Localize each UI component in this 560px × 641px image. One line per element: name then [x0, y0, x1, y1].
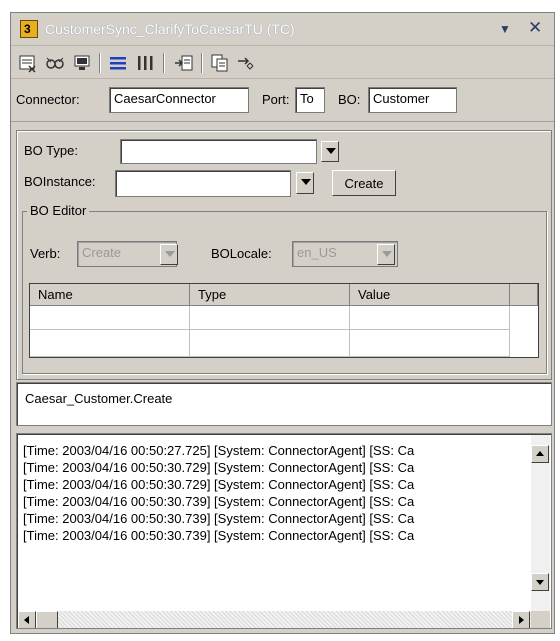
list-view-icon[interactable] [107, 52, 129, 74]
log-line: [Time: 2003/04/16 00:50:30.739] [System:… [23, 528, 415, 543]
bo-instance-dropdown-icon[interactable] [296, 172, 314, 194]
window-title: CustomerSync_ClarifyToCaesarTU (TC) [45, 21, 295, 37]
table-cell[interactable] [30, 306, 190, 330]
test-connector-window: 3 CustomerSync_ClarifyToCaesarTU (TC) ▼ … [10, 12, 555, 634]
horizontal-scroll-thumb[interactable] [36, 611, 58, 628]
close-icon[interactable]: ✕ [528, 18, 542, 38]
connector-label: Connector: [16, 92, 80, 107]
bo-attribute-table[interactable]: Name Type Value [29, 283, 539, 358]
table-cell[interactable] [30, 330, 190, 357]
port-label: Port: [262, 92, 290, 107]
column-header-value[interactable]: Value [350, 284, 510, 306]
column-view-icon[interactable] [134, 52, 156, 74]
table-cell[interactable] [350, 330, 510, 357]
log-line: [Time: 2003/04/16 00:50:30.739] [System:… [23, 494, 415, 509]
bo-label: BO: [338, 92, 361, 107]
send-icon[interactable] [173, 52, 195, 74]
bo-field: Customer [368, 87, 457, 113]
bo-instance-select[interactable] [115, 170, 291, 197]
column-header-type[interactable]: Type [190, 284, 350, 306]
app-icon: 3 [20, 20, 38, 38]
scroll-down-icon[interactable] [531, 573, 549, 591]
vertical-scrollbar[interactable] [531, 435, 550, 611]
scroll-right-icon[interactable] [512, 611, 530, 628]
bo-panel: BO Type: BOInstance: Create BO Editor Ve… [16, 130, 552, 380]
bo-instance-label: BOInstance: [24, 174, 96, 189]
verb-label: Verb: [30, 246, 61, 261]
table-cell[interactable] [350, 306, 510, 330]
log-panel[interactable]: [Time: 2003/04/16 00:50:27.725] [System:… [16, 433, 552, 629]
reply-icon[interactable] [235, 52, 257, 74]
bo-type-select[interactable] [120, 139, 317, 164]
connector-field: CaesarConnector [109, 87, 249, 113]
monitor-icon[interactable] [71, 52, 93, 74]
bolocale-dropdown-icon[interactable] [377, 244, 395, 265]
window-menu-dropdown-icon[interactable]: ▼ [499, 22, 511, 36]
scroll-left-icon[interactable] [18, 611, 36, 628]
log-line: [Time: 2003/04/16 00:50:30.729] [System:… [23, 477, 415, 492]
status-field: Caesar_Customer.Create [16, 382, 552, 426]
create-button[interactable]: Create [332, 170, 396, 196]
bolocale-label: BOLocale: [211, 246, 272, 261]
status-text: Caesar_Customer.Create [25, 391, 173, 406]
bo-type-label: BO Type: [24, 143, 78, 158]
bo-editor-legend: BO Editor [27, 203, 90, 218]
load-icon[interactable] [44, 52, 66, 74]
port-field: To [295, 87, 325, 113]
log-line: [Time: 2003/04/16 00:50:27.725] [System:… [23, 443, 415, 458]
new-test-icon[interactable] [17, 52, 39, 74]
table-cell[interactable] [190, 330, 350, 357]
log-line: [Time: 2003/04/16 00:50:30.729] [System:… [23, 460, 415, 475]
log-line: [Time: 2003/04/16 00:50:30.739] [System:… [23, 511, 415, 526]
column-header-filler [510, 284, 538, 306]
table-cell[interactable] [190, 306, 350, 330]
bo-editor-group: BO Editor Verb: Create BOLocale: en_US N… [22, 203, 547, 374]
title-bar: 3 CustomerSync_ClarifyToCaesarTU (TC) ▼ … [11, 13, 554, 46]
column-header-name[interactable]: Name [30, 284, 190, 306]
scroll-up-icon[interactable] [531, 445, 549, 463]
bo-type-dropdown-icon[interactable] [321, 141, 339, 162]
copy-icon[interactable] [209, 52, 231, 74]
connector-row: Connector: CaesarConnector Port: To BO: … [11, 80, 554, 122]
verb-dropdown-icon[interactable] [160, 244, 178, 265]
horizontal-scrollbar[interactable] [18, 611, 531, 628]
toolbar [11, 47, 554, 79]
scrollbar-corner [531, 611, 550, 628]
